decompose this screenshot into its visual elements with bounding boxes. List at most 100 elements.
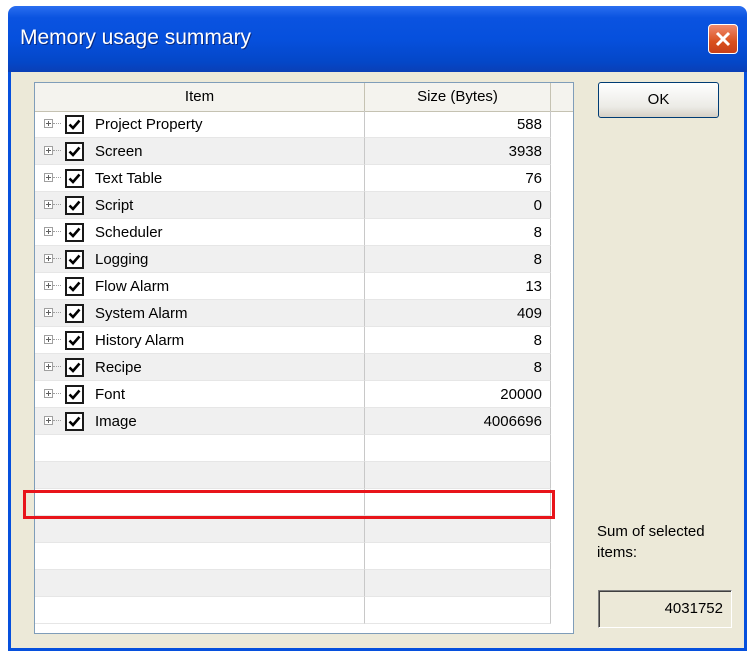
size-cell: 13 — [365, 273, 551, 300]
tree-connector — [53, 312, 61, 313]
item-label: Image — [95, 413, 137, 430]
item-checkbox[interactable] — [65, 412, 84, 431]
item-label: Text Table — [95, 170, 163, 187]
expand-plus-icon[interactable] — [44, 362, 53, 371]
item-label: Flow Alarm — [95, 278, 170, 295]
item-label: Screen — [95, 143, 143, 160]
size-cell: 0 — [365, 192, 551, 219]
size-cell — [365, 516, 551, 543]
item-checkbox[interactable] — [65, 169, 84, 188]
expand-plus-icon[interactable] — [44, 416, 53, 425]
expand-plus-icon[interactable] — [44, 254, 53, 263]
expand-plus-icon[interactable] — [44, 281, 53, 290]
checkmark-icon — [68, 200, 81, 211]
item-checkbox[interactable] — [65, 196, 84, 215]
item-checkbox[interactable] — [65, 250, 84, 269]
table-row[interactable]: Text Table 76 — [35, 165, 573, 192]
ok-button[interactable]: OK — [598, 82, 719, 118]
item-checkbox[interactable] — [65, 223, 84, 242]
size-cell — [365, 435, 551, 462]
checkmark-icon — [68, 308, 81, 319]
expand-plus-icon[interactable] — [44, 335, 53, 344]
column-header-item[interactable]: Item — [35, 83, 365, 111]
size-cell: 8 — [365, 354, 551, 381]
sum-value: 4031752 — [598, 590, 732, 628]
checkmark-icon — [68, 416, 81, 427]
list-header: Item Size (Bytes) — [35, 83, 573, 112]
table-row[interactable]: Flow Alarm 13 — [35, 273, 573, 300]
item-label: History Alarm — [95, 332, 185, 349]
item-cell: Project Property — [35, 111, 365, 138]
item-checkbox[interactable] — [65, 358, 84, 377]
size-cell: 4006696 — [365, 408, 551, 435]
tree-connector — [53, 204, 61, 205]
empty-row — [35, 516, 573, 543]
item-cell: History Alarm — [35, 327, 365, 354]
empty-row — [35, 435, 573, 462]
tree-connector — [53, 258, 61, 259]
checkmark-icon — [68, 362, 81, 373]
expand-plus-icon[interactable] — [44, 389, 53, 398]
table-row[interactable]: Scheduler 8 — [35, 219, 573, 246]
size-cell — [365, 570, 551, 597]
table-row[interactable]: Image 4006696 — [35, 408, 573, 435]
table-row[interactable]: Screen 3938 — [35, 138, 573, 165]
size-cell: 409 — [365, 300, 551, 327]
item-cell: Screen — [35, 138, 365, 165]
table-row[interactable]: Script 0 — [35, 192, 573, 219]
empty-row — [35, 489, 573, 516]
item-label: Recipe — [95, 359, 142, 376]
item-checkbox[interactable] — [65, 304, 84, 323]
empty-row — [35, 597, 573, 624]
size-cell: 3938 — [365, 138, 551, 165]
size-cell: 20000 — [365, 381, 551, 408]
item-cell: Scheduler — [35, 219, 365, 246]
expand-plus-icon[interactable] — [44, 146, 53, 155]
expand-plus-icon[interactable] — [44, 173, 53, 182]
sum-label: Sum of selected items: — [597, 523, 705, 561]
item-cell: Flow Alarm — [35, 273, 365, 300]
table-row[interactable]: Logging 8 — [35, 246, 573, 273]
item-cell: System Alarm — [35, 300, 365, 327]
size-cell: 8 — [365, 219, 551, 246]
checkmark-icon — [68, 119, 81, 130]
size-cell — [365, 462, 551, 489]
item-checkbox[interactable] — [65, 115, 84, 134]
table-row[interactable]: Recipe 8 — [35, 354, 573, 381]
item-label: System Alarm — [95, 305, 188, 322]
item-checkbox[interactable] — [65, 142, 84, 161]
expand-plus-icon[interactable] — [44, 119, 53, 128]
item-cell: Image — [35, 408, 365, 435]
expand-plus-icon[interactable] — [44, 308, 53, 317]
checkmark-icon — [68, 146, 81, 157]
item-checkbox[interactable] — [65, 385, 84, 404]
dialog-body: Item Size (Bytes) Project Property 588 Scr… — [8, 72, 747, 651]
item-checkbox[interactable] — [65, 331, 84, 350]
checkmark-icon — [68, 254, 81, 265]
tree-connector — [53, 420, 61, 421]
size-cell: 76 — [365, 165, 551, 192]
tree-connector — [53, 177, 61, 178]
item-cell — [35, 516, 365, 543]
size-cell — [365, 489, 551, 516]
memory-list: Item Size (Bytes) Project Property 588 Scr… — [34, 82, 574, 634]
item-checkbox[interactable] — [65, 277, 84, 296]
item-label: Logging — [95, 251, 149, 268]
window-title: Memory usage summary — [20, 26, 252, 49]
tree-connector — [53, 393, 61, 394]
item-label: Font — [95, 386, 126, 403]
close-button[interactable] — [708, 24, 738, 54]
item-cell: Font — [35, 381, 365, 408]
column-header-size[interactable]: Size (Bytes) — [365, 83, 551, 111]
expand-plus-icon[interactable] — [44, 227, 53, 236]
table-row[interactable]: Font 20000 — [35, 381, 573, 408]
checkmark-icon — [68, 389, 81, 400]
expand-plus-icon[interactable] — [44, 200, 53, 209]
item-cell: Recipe — [35, 354, 365, 381]
tree-connector — [53, 123, 61, 124]
table-row[interactable]: System Alarm 409 — [35, 300, 573, 327]
checkmark-icon — [68, 227, 81, 238]
table-row[interactable]: History Alarm 8 — [35, 327, 573, 354]
title-bar[interactable]: Memory usage summary — [8, 6, 747, 72]
table-row[interactable]: Project Property 588 — [35, 111, 573, 138]
